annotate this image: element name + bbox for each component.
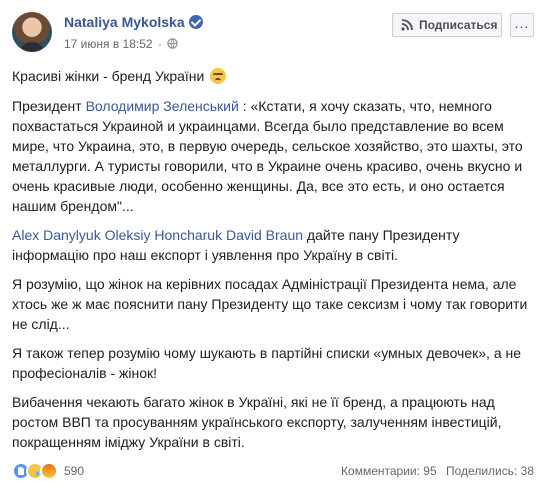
more-options-button[interactable]: ... <box>510 13 534 37</box>
post-body: Красиві жінки - бренд України Президент … <box>12 66 534 461</box>
mention-braun[interactable]: David Braun <box>226 227 303 243</box>
sad-face-emoji-icon <box>210 68 227 84</box>
author-name[interactable]: Nataliya Mykolska <box>64 14 203 30</box>
paragraph-mentions: Alex Danylyuk Oleksiy Honcharuk David Br… <box>12 225 534 265</box>
rss-icon <box>401 19 413 31</box>
paragraph-4: Я розумію, що жінок на керівних посадах … <box>12 276 528 332</box>
author-avatar[interactable] <box>12 12 52 52</box>
globe-icon[interactable] <box>167 38 179 50</box>
post-headline: Красиві жінки - бренд України <box>12 66 534 86</box>
shares-count[interactable]: Поделились: 38 <box>446 464 534 478</box>
meta-separator: · <box>157 36 162 51</box>
quote-prefix: Президент <box>12 98 86 114</box>
subscribe-label: Подписаться <box>419 18 498 32</box>
post-footer: 590 Комментарии: 95 Поделились: 38 <box>12 460 534 484</box>
subscribe-button[interactable]: Подписаться <box>392 13 502 37</box>
reaction-count[interactable]: 590 <box>64 464 84 478</box>
post-meta: 17 июня в 18:52 · <box>64 36 179 51</box>
mention-honcharuk[interactable]: Oleksiy Honcharuk <box>105 227 223 243</box>
paragraph-6: Вибачення чекають багато жінок в Україні… <box>12 394 502 450</box>
reactions-summary[interactable]: 590 <box>12 462 84 480</box>
paragraph-quote: Президент Володимир Зеленський : «Кстати… <box>12 96 534 216</box>
angry-icon <box>40 462 58 480</box>
paragraph-5: Я також тепер розумію чому шукають в пар… <box>12 345 522 381</box>
ellipsis-icon: ... <box>514 15 530 31</box>
post-header: Nataliya Mykolska 17 июня в 18:52 · Подп… <box>12 12 534 56</box>
mention-zelensky[interactable]: Володимир Зеленський <box>86 98 239 114</box>
headline-text: Красиві жінки - бренд України <box>12 68 205 84</box>
author-name-text[interactable]: Nataliya Mykolska <box>64 14 185 30</box>
post-date[interactable]: 17 июня в 18:52 <box>64 37 153 51</box>
engagement-stats: Комментарии: 95 Поделились: 38 <box>341 464 534 478</box>
mention-danylyuk[interactable]: Alex Danylyuk <box>12 227 101 243</box>
verified-icon <box>188 15 203 29</box>
quote-text: : «Кстати, я хочу сказать, что, немного … <box>12 98 523 214</box>
comments-count[interactable]: Комментарии: 95 <box>341 464 437 478</box>
